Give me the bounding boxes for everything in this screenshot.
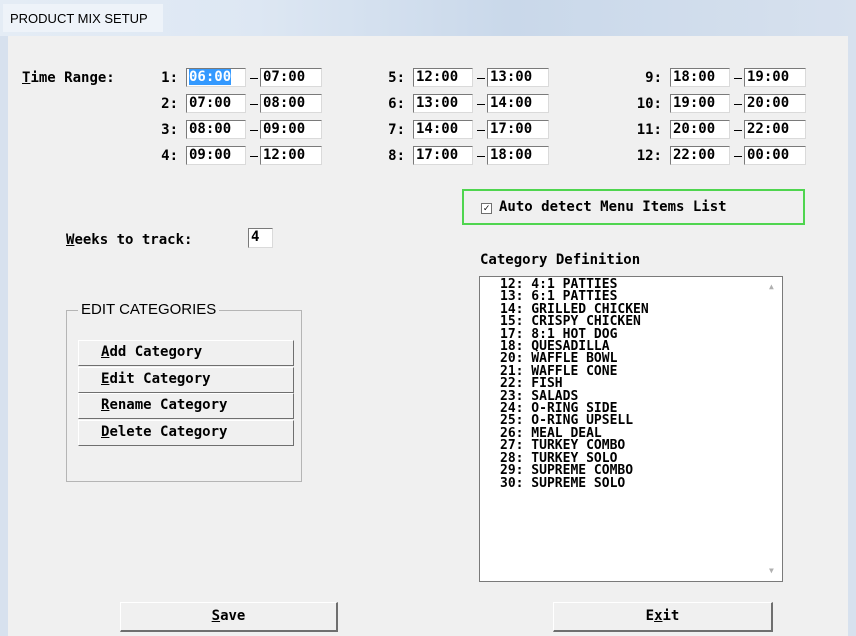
category-scrollbar[interactable]: ▲ ▼: [765, 277, 782, 581]
title-bar: PRODUCT MIX SETUP: [0, 0, 856, 36]
window-frame-left: [0, 36, 8, 636]
time-slot-end-input[interactable]: 22:00: [744, 120, 806, 139]
button-label: elete Category: [109, 424, 228, 440]
edit-category-button[interactable]: Edit Category: [78, 367, 294, 393]
time-slot-start-input[interactable]: 17:00: [413, 146, 473, 165]
window-title: PRODUCT MIX SETUP: [10, 11, 148, 26]
time-slot-end-input[interactable]: 00:00: [744, 146, 806, 165]
time-slot-end-input[interactable]: 13:00: [487, 68, 549, 87]
time-slot-index: 6:: [388, 96, 405, 112]
time-range-label: Time Range:: [22, 70, 115, 86]
category-list-item[interactable]: 30: SUPREME SOLO: [500, 476, 649, 490]
category-items: 12: 4:1 PATTIES 13: 6:1 PATTIES 14: GRILLE…: [500, 278, 649, 490]
time-slot-end-input[interactable]: 20:00: [744, 94, 806, 113]
time-slot-index: 11:: [636, 122, 662, 138]
time-slot-index: 12:: [636, 148, 662, 164]
time-slot-index: 5:: [388, 70, 405, 86]
time-slot-index: 8:: [388, 148, 405, 164]
scroll-down-icon[interactable]: ▼: [769, 566, 774, 575]
edit-categories-title: EDIT CATEGORIES: [78, 301, 220, 318]
time-slot-start-input[interactable]: 12:00: [413, 68, 473, 87]
time-slot-dash: [734, 130, 742, 131]
time-slot-dash: [250, 78, 258, 79]
time-slot-start-input[interactable]: 08:00: [186, 120, 246, 139]
time-slot-index: 7:: [388, 122, 405, 138]
save-button[interactable]: Save: [120, 602, 338, 632]
exit-button[interactable]: Exit: [553, 602, 773, 632]
time-slot-end-input[interactable]: 07:00: [260, 68, 322, 87]
auto-detect-checkbox[interactable]: ✓: [481, 203, 492, 214]
time-slot-start-selected-text: 06:00: [189, 69, 232, 85]
button-label: ename Category: [109, 397, 228, 413]
time-slot-index: 3:: [161, 122, 178, 138]
scroll-up-icon[interactable]: ▲: [769, 282, 774, 291]
time-slot-dash: [250, 104, 258, 105]
time-slot-end-input[interactable]: 18:00: [487, 146, 549, 165]
rename-category-button[interactable]: Rename Category: [78, 393, 294, 419]
time-slot-start-input[interactable]: 20:00: [670, 120, 730, 139]
time-slot-end-input[interactable]: 17:00: [487, 120, 549, 139]
button-label: dit Category: [109, 371, 211, 387]
time-slot-end-input[interactable]: 14:00: [487, 94, 549, 113]
time-slot-dash: [477, 104, 485, 105]
category-definition-label: Category Definition: [480, 252, 641, 268]
time-slot-end-input[interactable]: 08:00: [260, 94, 322, 113]
auto-detect-label[interactable]: Auto detect Menu Items List: [499, 199, 727, 215]
time-slot-dash: [734, 104, 742, 105]
time-slot-start-input[interactable]: 22:00: [670, 146, 730, 165]
time-slot-dash: [250, 130, 258, 131]
time-slot-dash: [734, 78, 742, 79]
time-slot-end-input[interactable]: 09:00: [260, 120, 322, 139]
delete-category-button[interactable]: Delete Category: [78, 420, 294, 446]
time-slot-index: 10:: [636, 96, 662, 112]
time-slot-dash: [250, 156, 258, 157]
time-slot-dash: [734, 156, 742, 157]
time-slot-start-input[interactable]: 18:00: [670, 68, 730, 87]
time-slot-start-input[interactable]: 06:00: [186, 68, 246, 87]
time-slot-dash: [477, 130, 485, 131]
time-slot-start-input[interactable]: 09:00: [186, 146, 246, 165]
category-list[interactable]: 12: 4:1 PATTIES 13: 6:1 PATTIES 14: GRILLE…: [479, 276, 783, 582]
time-slot-start-input[interactable]: 14:00: [413, 120, 473, 139]
time-slot-start-input[interactable]: 13:00: [413, 94, 473, 113]
time-slot-index: 9:: [645, 70, 662, 86]
time-slot-dash: [477, 78, 485, 79]
weeks-to-track-label: Weeks to track:: [66, 232, 193, 248]
time-slot-start-input[interactable]: 07:00: [186, 94, 246, 113]
time-slot-index: 4:: [161, 148, 178, 164]
window-frame-right: [848, 36, 856, 636]
time-slot-index: 2:: [161, 96, 178, 112]
time-slot-end-input[interactable]: 19:00: [744, 68, 806, 87]
time-slot-index: 1:: [161, 70, 178, 86]
time-slot-start-input[interactable]: 19:00: [670, 94, 730, 113]
button-label: dd Category: [109, 344, 203, 360]
time-slot-dash: [477, 156, 485, 157]
add-category-button[interactable]: Add Category: [78, 340, 294, 366]
weeks-to-track-input[interactable]: 4: [248, 228, 273, 248]
time-slot-end-input[interactable]: 12:00: [260, 146, 322, 165]
